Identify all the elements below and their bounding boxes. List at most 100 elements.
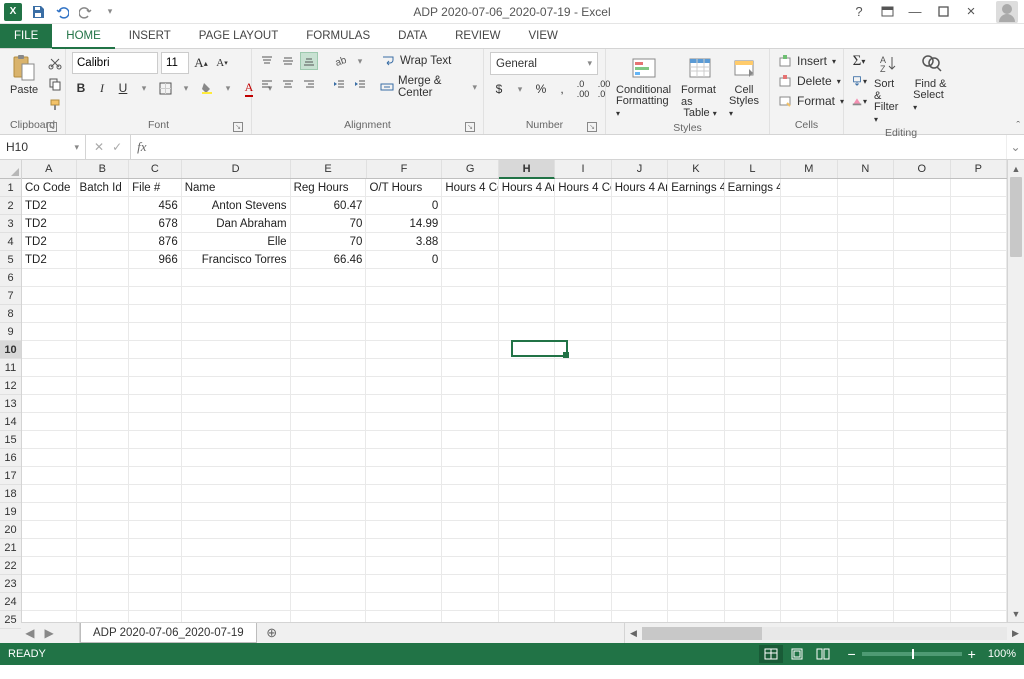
- cell[interactable]: [77, 467, 130, 485]
- cell[interactable]: [291, 413, 367, 431]
- cell[interactable]: [668, 197, 724, 215]
- sort-filter-button[interactable]: AZ Sort & Filter ▾: [870, 52, 907, 127]
- cell[interactable]: [499, 323, 555, 341]
- cell[interactable]: [77, 287, 130, 305]
- cell[interactable]: [22, 539, 77, 557]
- cell[interactable]: [555, 251, 611, 269]
- cell[interactable]: [838, 557, 894, 575]
- cell[interactable]: [77, 557, 130, 575]
- account-avatar[interactable]: [996, 1, 1018, 23]
- cell[interactable]: [781, 485, 837, 503]
- cell[interactable]: 678: [129, 215, 182, 233]
- number-format-select[interactable]: General ▾: [490, 52, 598, 75]
- cell[interactable]: [442, 251, 498, 269]
- cell[interactable]: [838, 233, 894, 251]
- hscroll-thumb[interactable]: [642, 627, 762, 640]
- redo-icon[interactable]: [78, 4, 94, 20]
- cell[interactable]: [499, 395, 555, 413]
- cell[interactable]: [22, 575, 77, 593]
- cell[interactable]: [22, 287, 77, 305]
- cell[interactable]: [442, 611, 498, 622]
- bold-icon[interactable]: B: [72, 79, 90, 97]
- cell[interactable]: [366, 593, 442, 611]
- cell[interactable]: [442, 521, 498, 539]
- row-header[interactable]: 4: [0, 233, 21, 251]
- cell[interactable]: [129, 305, 182, 323]
- cell[interactable]: TD2: [22, 233, 77, 251]
- format-cells-button[interactable]: Format▾: [776, 92, 844, 110]
- row-header[interactable]: 23: [0, 575, 21, 593]
- cell[interactable]: [129, 323, 182, 341]
- scroll-down-icon[interactable]: ▼: [1008, 605, 1024, 622]
- cell[interactable]: TD2: [22, 215, 77, 233]
- cell[interactable]: [612, 449, 668, 467]
- select-all-corner[interactable]: [0, 160, 21, 179]
- cell[interactable]: [129, 503, 182, 521]
- cell[interactable]: O/T Hours: [366, 179, 442, 197]
- cell[interactable]: [725, 575, 781, 593]
- cell[interactable]: [22, 449, 77, 467]
- fx-label[interactable]: fx: [131, 135, 152, 159]
- cell[interactable]: [668, 611, 724, 622]
- cell[interactable]: [129, 611, 182, 622]
- zoom-in-icon[interactable]: +: [968, 646, 976, 662]
- orientation-icon[interactable]: ab: [330, 52, 348, 70]
- sheet-prev-icon[interactable]: ◀: [25, 626, 34, 640]
- cell[interactable]: [781, 521, 837, 539]
- align-top-icon[interactable]: [258, 52, 276, 70]
- cell[interactable]: [838, 269, 894, 287]
- insert-cells-button[interactable]: Insert▾: [776, 52, 844, 70]
- cell[interactable]: [612, 359, 668, 377]
- scroll-left-icon[interactable]: ◀: [625, 628, 642, 639]
- cell[interactable]: [366, 539, 442, 557]
- cell[interactable]: [182, 287, 291, 305]
- cell[interactable]: [499, 233, 555, 251]
- column-header[interactable]: K: [668, 160, 724, 178]
- cell[interactable]: [781, 611, 837, 622]
- vertical-scrollbar[interactable]: ▲ ▼: [1007, 160, 1024, 622]
- cell[interactable]: [894, 341, 950, 359]
- cell[interactable]: [442, 233, 498, 251]
- cell[interactable]: [951, 413, 1007, 431]
- zoom-out-icon[interactable]: −: [847, 646, 855, 662]
- column-header[interactable]: A: [22, 160, 77, 178]
- help-icon[interactable]: ?: [850, 3, 868, 21]
- view-page-break-icon[interactable]: [811, 645, 835, 663]
- cell[interactable]: [291, 593, 367, 611]
- cell[interactable]: [725, 341, 781, 359]
- row-header[interactable]: 12: [0, 377, 21, 395]
- cell[interactable]: [894, 251, 950, 269]
- column-header[interactable]: N: [838, 160, 894, 178]
- cell[interactable]: [781, 431, 837, 449]
- cell[interactable]: Hours 4 Amount: [612, 179, 668, 197]
- cell[interactable]: [894, 521, 950, 539]
- cell[interactable]: [668, 323, 724, 341]
- cell[interactable]: [781, 359, 837, 377]
- cell[interactable]: 3.88: [366, 233, 442, 251]
- cell[interactable]: [129, 413, 182, 431]
- cell[interactable]: [129, 521, 182, 539]
- cell[interactable]: [951, 611, 1007, 622]
- cell[interactable]: [182, 431, 291, 449]
- cell[interactable]: [951, 287, 1007, 305]
- cell[interactable]: [612, 539, 668, 557]
- cell[interactable]: [838, 305, 894, 323]
- cell[interactable]: [781, 467, 837, 485]
- cells-area[interactable]: Co CodeBatch IdFile #NameReg HoursO/T Ho…: [22, 179, 1007, 622]
- cell[interactable]: [442, 395, 498, 413]
- cell[interactable]: [555, 557, 611, 575]
- cell[interactable]: [725, 251, 781, 269]
- cell[interactable]: [182, 557, 291, 575]
- tab-review[interactable]: REVIEW: [441, 24, 514, 48]
- clear-icon[interactable]: ▾: [850, 92, 868, 110]
- cell[interactable]: Batch Id: [77, 179, 130, 197]
- cell[interactable]: [894, 269, 950, 287]
- cell[interactable]: 0: [366, 197, 442, 215]
- name-box[interactable]: H10 ▾: [0, 135, 86, 159]
- cell[interactable]: [894, 467, 950, 485]
- tab-page-layout[interactable]: PAGE LAYOUT: [185, 24, 292, 48]
- column-header[interactable]: D: [182, 160, 291, 178]
- vscroll-thumb[interactable]: [1010, 177, 1022, 257]
- underline-menu-icon[interactable]: ▾: [135, 79, 153, 97]
- cell[interactable]: [951, 503, 1007, 521]
